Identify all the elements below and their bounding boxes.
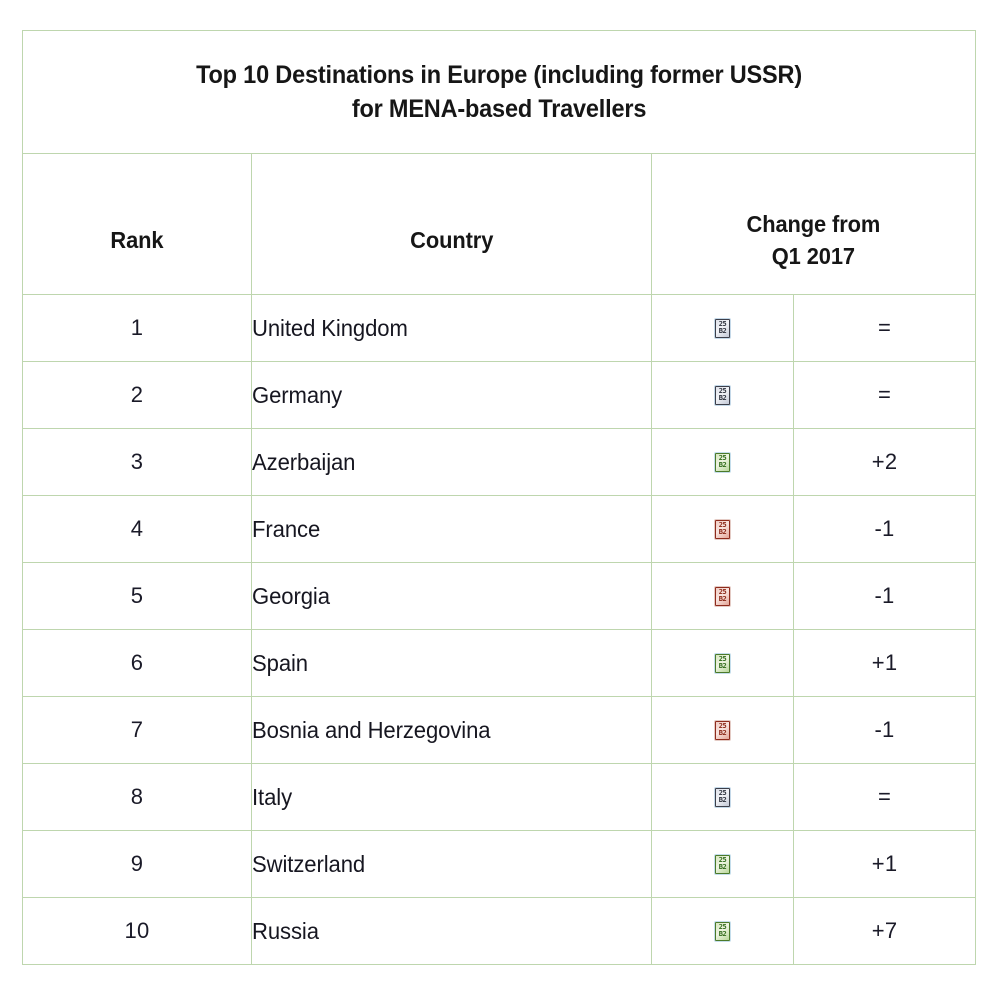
page-title: Top 10 Destinations in Europe (including… bbox=[196, 60, 802, 124]
cell-rank: 2 bbox=[22, 361, 252, 429]
cell-country: Georgia bbox=[251, 562, 652, 630]
tofu-glyph: 25 B2 bbox=[718, 855, 727, 871]
arrow-down-icon: 25 B2 bbox=[715, 720, 730, 740]
cell-country: Germany bbox=[251, 361, 652, 429]
arrow-up-icon: 25 B2 bbox=[715, 653, 730, 673]
cell-change-value: = bbox=[792, 294, 977, 362]
column-header-rank: Rank bbox=[22, 153, 252, 295]
column-header-country: Country bbox=[251, 153, 652, 295]
column-header-country-label: Country bbox=[409, 227, 494, 253]
cell-change-value: -1 bbox=[792, 696, 977, 764]
tofu-glyph: 25 B2 bbox=[718, 319, 727, 335]
tofu-glyph: 25 B2 bbox=[718, 922, 727, 938]
no-change-icon: 25 B2 bbox=[715, 787, 730, 807]
cell-change-icon: 25 B2 bbox=[651, 361, 794, 429]
cell-rank: 4 bbox=[22, 495, 252, 563]
cell-country: Azerbaijan bbox=[251, 428, 652, 496]
country-label: Switzerland bbox=[252, 850, 366, 877]
table-row: 2 Germany 25 B2 = bbox=[22, 361, 977, 429]
table-row: 5 Georgia 25 B2 -1 bbox=[22, 562, 977, 630]
destinations-table: Top 10 Destinations in Europe (including… bbox=[21, 30, 977, 965]
cell-change-icon: 25 B2 bbox=[651, 294, 794, 362]
arrow-down-icon: 25 B2 bbox=[715, 586, 730, 606]
table-body: Top 10 Destinations in Europe (including… bbox=[21, 30, 977, 965]
cell-change-value: +1 bbox=[792, 830, 977, 898]
table-row: 7 Bosnia and Herzegovina 25 B2 -1 bbox=[22, 696, 977, 764]
tofu-glyph: 25 B2 bbox=[718, 654, 727, 670]
tofu-glyph: 25 B2 bbox=[718, 520, 727, 536]
tofu-glyph: 25 B2 bbox=[718, 587, 727, 603]
table-row: 8 Italy 25 B2 = bbox=[22, 763, 977, 831]
column-header-change-label: Change from Q1 2017 bbox=[746, 210, 881, 270]
cell-change-value: -1 bbox=[792, 562, 977, 630]
arrow-up-icon: 25 B2 bbox=[715, 854, 730, 874]
arrow-up-icon: 25 B2 bbox=[715, 921, 730, 941]
tofu-glyph: 25 B2 bbox=[718, 788, 727, 804]
cell-change-icon: 25 B2 bbox=[651, 428, 794, 496]
cell-country: Italy bbox=[251, 763, 652, 831]
cell-country: Bosnia and Herzegovina bbox=[251, 696, 652, 764]
country-label: Italy bbox=[252, 783, 293, 810]
cell-country: Spain bbox=[251, 629, 652, 697]
table-row: 9 Switzerland 25 B2 +1 bbox=[22, 830, 977, 898]
cell-change-value: -1 bbox=[792, 495, 977, 563]
country-label: Russia bbox=[252, 917, 319, 944]
cell-rank: 7 bbox=[22, 696, 252, 764]
table-row: 6 Spain 25 B2 +1 bbox=[22, 629, 977, 697]
title-row: Top 10 Destinations in Europe (including… bbox=[21, 30, 977, 154]
cell-rank: 8 bbox=[22, 763, 252, 831]
cell-country: United Kingdom bbox=[251, 294, 652, 362]
cell-change-icon: 25 B2 bbox=[651, 763, 794, 831]
country-label: Georgia bbox=[252, 582, 330, 609]
column-header-change: Change from Q1 2017 bbox=[650, 153, 977, 295]
cell-rank: 6 bbox=[22, 629, 252, 697]
country-label: Bosnia and Herzegovina bbox=[252, 716, 491, 743]
tofu-glyph: 25 B2 bbox=[718, 721, 727, 737]
cell-change-icon: 25 B2 bbox=[651, 830, 794, 898]
country-label: Spain bbox=[252, 649, 308, 676]
cell-change-value: +7 bbox=[792, 897, 977, 965]
cell-change-icon: 25 B2 bbox=[651, 696, 794, 764]
header-row: Rank Country Change from Q1 2017 bbox=[22, 153, 977, 295]
table-row: 4 France 25 B2 -1 bbox=[22, 495, 977, 563]
cell-country: France bbox=[251, 495, 652, 563]
cell-change-value: +2 bbox=[792, 428, 977, 496]
table-row: 3 Azerbaijan 25 B2 +2 bbox=[22, 428, 977, 496]
no-change-icon: 25 B2 bbox=[715, 318, 730, 338]
cell-change-value: = bbox=[792, 361, 977, 429]
country-label: Azerbaijan bbox=[252, 448, 356, 475]
cell-change-icon: 25 B2 bbox=[651, 495, 794, 563]
table-container: Top 10 Destinations in Europe (including… bbox=[21, 30, 977, 965]
cell-rank: 9 bbox=[22, 830, 252, 898]
country-label: France bbox=[252, 515, 321, 542]
cell-change-value: +1 bbox=[792, 629, 977, 697]
no-change-icon: 25 B2 bbox=[715, 385, 730, 405]
cell-change-icon: 25 B2 bbox=[651, 629, 794, 697]
tofu-glyph: 25 B2 bbox=[718, 386, 727, 402]
cell-country: Russia bbox=[251, 897, 652, 965]
country-label: Germany bbox=[252, 381, 343, 408]
tofu-glyph: 25 B2 bbox=[718, 453, 727, 469]
cell-change-icon: 25 B2 bbox=[651, 562, 794, 630]
table-row: 10 Russia 25 B2 +7 bbox=[22, 897, 977, 965]
cell-rank: 1 bbox=[22, 294, 252, 362]
table-title-cell: Top 10 Destinations in Europe (including… bbox=[21, 30, 977, 154]
cell-change-value: = bbox=[792, 763, 977, 831]
cell-change-icon: 25 B2 bbox=[651, 897, 794, 965]
cell-rank: 3 bbox=[22, 428, 252, 496]
arrow-up-icon: 25 B2 bbox=[715, 452, 730, 472]
country-label: United Kingdom bbox=[252, 314, 408, 341]
cell-rank: 10 bbox=[22, 897, 252, 965]
cell-rank: 5 bbox=[22, 562, 252, 630]
column-header-rank-label: Rank bbox=[110, 227, 164, 253]
page-root: Top 10 Destinations in Europe (including… bbox=[0, 0, 1000, 992]
cell-country: Switzerland bbox=[251, 830, 652, 898]
arrow-down-icon: 25 B2 bbox=[715, 519, 730, 539]
table-row: 1 United Kingdom 25 B2 = bbox=[22, 294, 977, 362]
